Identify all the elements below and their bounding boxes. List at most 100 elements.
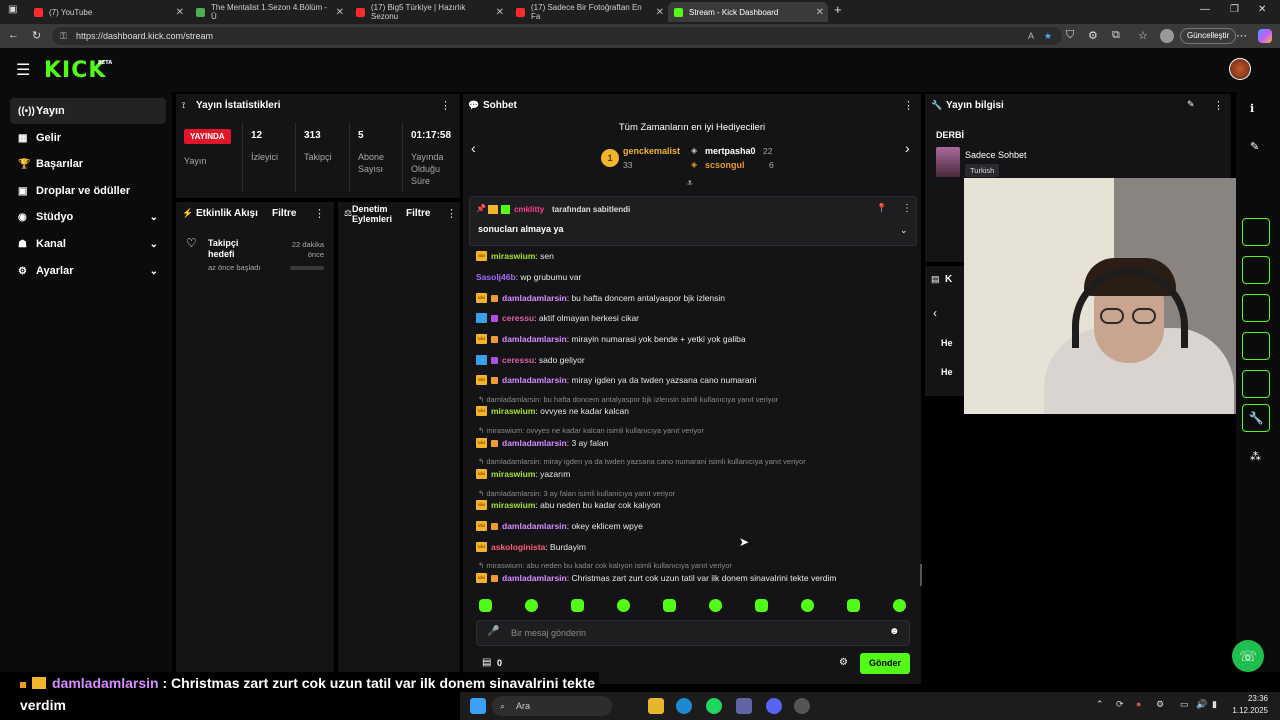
address-bar[interactable]: ⚿ https://dashboard.kick.com/stream A ★ [52,27,1062,45]
microphone-icon[interactable]: 🎤 [487,626,499,637]
emote-icon[interactable] [479,599,492,612]
apps-icon[interactable]: ⁂ [1250,450,1261,463]
chat-username[interactable]: miraswium [491,500,535,510]
chat-username[interactable]: Sasolj46b [476,272,516,282]
emote-icon[interactable] [755,599,768,612]
shield-icon[interactable]: ⛉ [1066,29,1074,42]
new-tab-icon[interactable]: + [834,2,842,17]
chat-username[interactable]: miraswium [491,251,535,261]
user-avatar[interactable] [1229,58,1251,80]
clock-date[interactable]: 1.12.2025 [1230,706,1268,715]
rail-button[interactable] [1242,218,1270,246]
file-explorer-icon[interactable] [648,698,664,714]
more-options-icon[interactable]: ⋮ [902,203,912,214]
sidebar-item-yayin[interactable]: ((•)) Yayın [10,98,166,124]
tray-icon[interactable]: ● [1136,699,1141,709]
windows-start-icon[interactable] [470,698,486,714]
emote-icon[interactable] [893,599,906,612]
reply-context[interactable]: ↰ miraswium: ovvyes ne kadar kalcan isim… [478,426,704,435]
network-icon[interactable]: ▭ [1180,699,1189,710]
favorite-star-icon[interactable]: ★ [1044,27,1052,45]
teams-icon[interactable] [736,698,752,714]
more-menu-icon[interactable]: ⋯ [1236,29,1247,42]
battery-icon[interactable]: ▮ [1212,699,1217,710]
send-button[interactable]: Gönder [860,653,910,674]
chat-input[interactable]: 🎤 Bir mesaj gönderin ☻ [476,620,910,646]
copilot-icon[interactable] [1258,29,1272,43]
chat-scrollbar[interactable] [920,564,922,586]
more-options-icon[interactable]: ⋮ [1213,99,1224,112]
browser-tab-active[interactable]: Stream - Kick Dashboard ✕ [668,2,828,22]
clock-time[interactable]: 23:36 [1236,694,1268,703]
chat-username[interactable]: damladamlarsin [502,573,567,583]
reply-context[interactable]: ↰ miraswium: abu neden bu kadar cok kalı… [478,561,732,570]
sidebar-item-basarilar[interactable]: 🏆 Başarılar [10,151,166,177]
chat-username[interactable]: askologinista [491,542,545,552]
tab-actions-icon[interactable]: ▣ [8,4,17,15]
extensions-icon[interactable]: ⚙ [1088,29,1098,42]
more-options-icon[interactable]: ⋮ [440,99,451,112]
emote-icon[interactable] [709,599,722,612]
tray-chevron-icon[interactable]: ⌃ [1096,699,1104,710]
update-button[interactable]: Güncelleştir [1180,28,1237,44]
close-tab-icon[interactable]: ✕ [176,7,184,18]
hamburger-menu-icon[interactable]: ☰ [16,60,30,80]
chat-username[interactable]: damladamlarsin [502,375,567,385]
chevron-right-icon[interactable]: › [905,140,910,156]
channel-points-icon[interactable]: ▤ [482,657,491,668]
top-gifter-name[interactable]: genckemalist [623,146,680,156]
collapse-icon[interactable]: ⩡ [687,178,693,189]
chat-username[interactable]: damladamlarsin [502,438,567,448]
chat-username[interactable]: ceressu [502,313,534,323]
chat-username[interactable]: damladamlarsin [502,293,567,303]
chat-settings-icon[interactable]: ⚙ [839,657,848,668]
rail-button[interactable] [1242,294,1270,322]
browser-tab[interactable]: (17) Big5 Türkiye | Hazırlık Sezonu ✕ [350,2,508,22]
sidebar-item-gelir[interactable]: ▦ Gelir [10,125,166,151]
volume-icon[interactable]: 🔊 [1196,699,1207,710]
emote-icon[interactable] [525,599,538,612]
unpin-icon[interactable]: 📍 [876,203,887,214]
filter-button[interactable]: Filtre [406,208,430,219]
browser-tab[interactable]: (7) YouTube ✕ [28,2,188,22]
close-tab-icon[interactable]: ✕ [816,7,824,18]
site-info-icon[interactable]: ⚿ [60,27,67,45]
emote-icon[interactable] [847,599,860,612]
browser-tab[interactable]: (17) Sadece Bir Fotoğraftan En Fa ✕ [510,2,668,22]
pinned-by-user[interactable]: cmklitty [514,205,544,214]
sidebar-item-droplar[interactable]: ▣ Droplar ve ödüller [10,178,166,204]
gifter-name[interactable]: mertpasha0 [705,146,756,156]
chevron-left-icon[interactable]: ‹ [933,306,937,320]
edit-icon[interactable]: ✎ [1250,140,1259,153]
close-window-icon[interactable]: ✕ [1258,4,1266,15]
kick-logo[interactable]: KICK BETA [44,58,112,83]
sidebar-item-studyo[interactable]: ◉ Stüdyo ⌄ [10,204,166,230]
emote-icon[interactable] [663,599,676,612]
more-options-icon[interactable]: ⋮ [314,207,325,220]
split-screen-icon[interactable]: ⧉ [1112,29,1120,42]
chevron-left-icon[interactable]: ‹ [471,140,476,156]
back-icon[interactable]: ← [8,29,19,41]
discord-icon[interactable] [766,698,782,714]
emote-icon[interactable] [801,599,814,612]
support-chat-button[interactable]: ☏ [1232,640,1264,672]
rail-button[interactable] [1242,370,1270,398]
maximize-icon[interactable]: ❐ [1230,4,1239,15]
sidebar-item-kanal[interactable]: ☗ Kanal ⌄ [10,231,166,257]
gifter-name[interactable]: scsongul [705,160,745,170]
rail-button[interactable] [1242,256,1270,284]
filter-button[interactable]: Filtre [272,208,296,219]
more-options-icon[interactable]: ⋮ [903,99,914,112]
tray-icon[interactable]: ⚙ [1156,699,1164,710]
profile-avatar[interactable] [1160,29,1174,43]
reply-context[interactable]: ↰ damladamlarsin: bu hafta doncem antaly… [478,395,778,404]
category-name[interactable]: Sadece Sohbet [965,150,1027,160]
chevron-down-icon[interactable]: ⌄ [900,225,908,236]
emoji-picker-icon[interactable]: ☻ [889,626,900,637]
read-aloud-icon[interactable]: A [1028,27,1034,45]
emote-icon[interactable] [571,599,584,612]
refresh-icon[interactable]: ↻ [32,29,41,42]
browser-tab[interactable]: The Mentalist 1.Sezon 4.Bölüm - Ü ✕ [190,2,348,22]
sidebar-item-ayarlar[interactable]: ⚙ Ayarlar ⌄ [10,258,166,284]
app-icon[interactable] [794,698,810,714]
